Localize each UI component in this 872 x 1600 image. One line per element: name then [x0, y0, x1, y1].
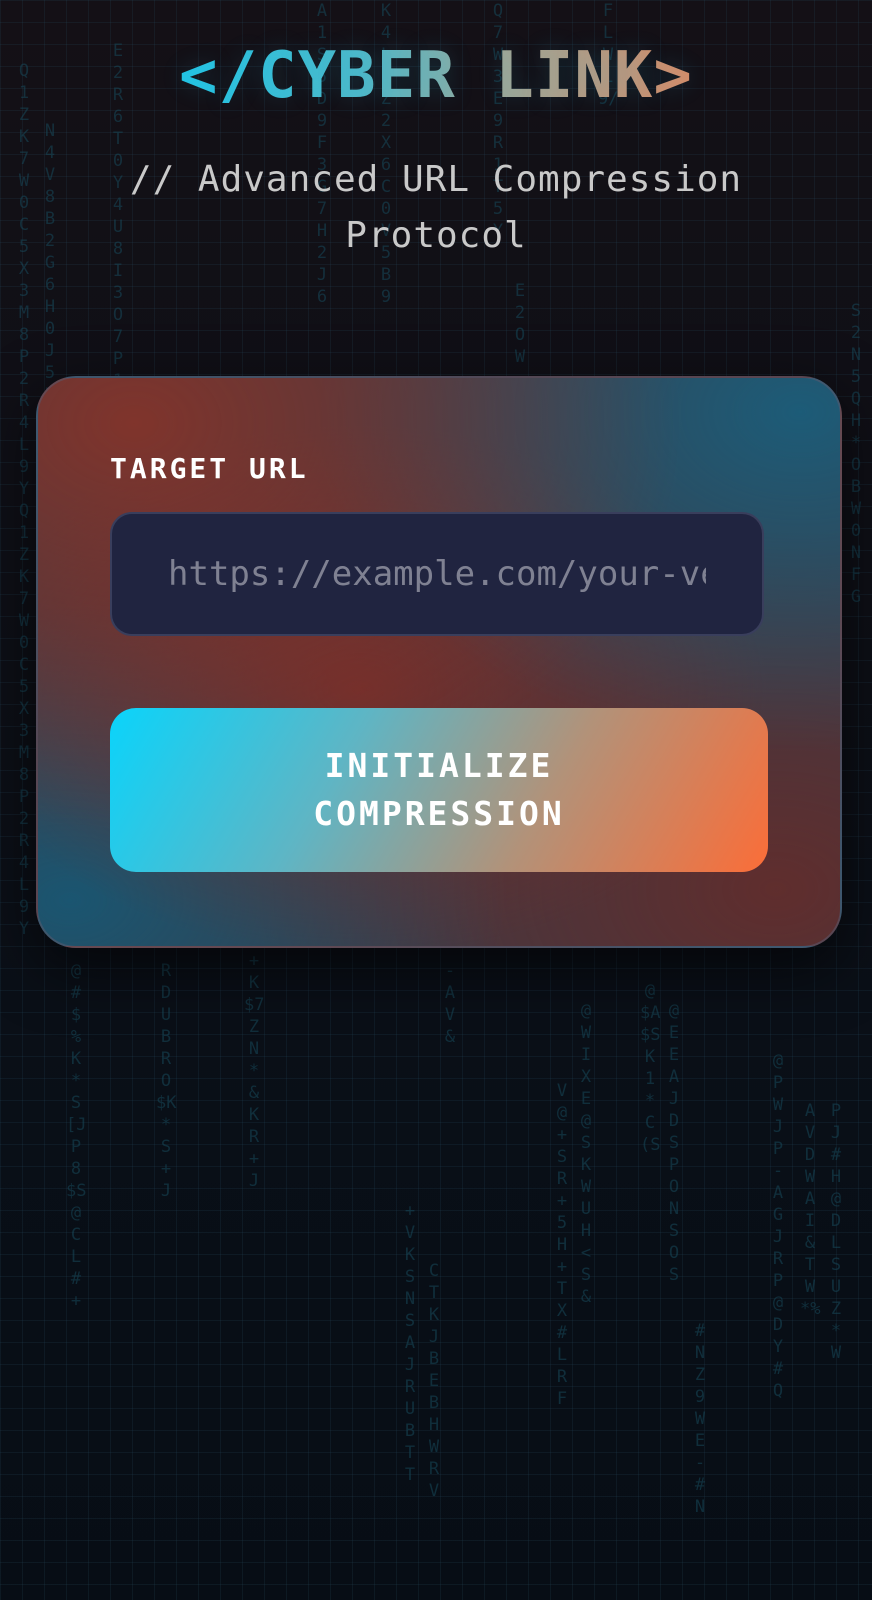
- rain-column: Q1ZK7W0C5X3M8P2R4L9YQ1ZK7W0C5X3M8P2R4L9Y: [18, 61, 30, 939]
- rain-column: #NZ9WE-#N: [694, 1321, 706, 1517]
- rain-column: RDUBRO$K*S+J: [156, 961, 177, 1201]
- target-url-label: TARGET URL: [110, 452, 309, 485]
- app-logo-title: </CYBER LINK>: [0, 38, 872, 114]
- rain-column: +VKSNSAJRUBTT: [404, 1201, 416, 1485]
- rain-column: @$A$SK1*C(S: [640, 981, 661, 1155]
- initialize-compression-button[interactable]: INITIALIZE COMPRESSION: [110, 708, 768, 872]
- app-subtitle: // Advanced URL Compression Protocol: [129, 159, 743, 256]
- target-url-input[interactable]: [110, 512, 764, 636]
- rain-column: @#$%K*S[JP8$S@CL#+: [66, 961, 87, 1311]
- logo-text: </CYBER LINK>: [179, 39, 693, 113]
- rain-column: +K$7ZN*&KR+J: [244, 951, 265, 1191]
- rain-column: S2N5QH*OBW0NFG: [850, 301, 862, 607]
- rain-column: @PWJP-AGJRP@DY#Q: [772, 1051, 784, 1401]
- rain-column: -AV&: [444, 961, 456, 1047]
- rain-column: PJ#H@DLSUZ*W: [830, 1101, 842, 1363]
- rain-column: CTKJBEBHWRV: [428, 1261, 440, 1501]
- rain-column: AVDWAI&TW*%: [800, 1101, 821, 1319]
- url-compression-card: TARGET URL INITIALIZE COMPRESSION: [36, 376, 842, 948]
- rain-column: V@+SR+5H+TX#LRF: [556, 1081, 568, 1409]
- rain-column: @EEAJDSPONSOS: [668, 1001, 680, 1285]
- rain-column: @WIXE@SKWUH<S&: [580, 1001, 592, 1307]
